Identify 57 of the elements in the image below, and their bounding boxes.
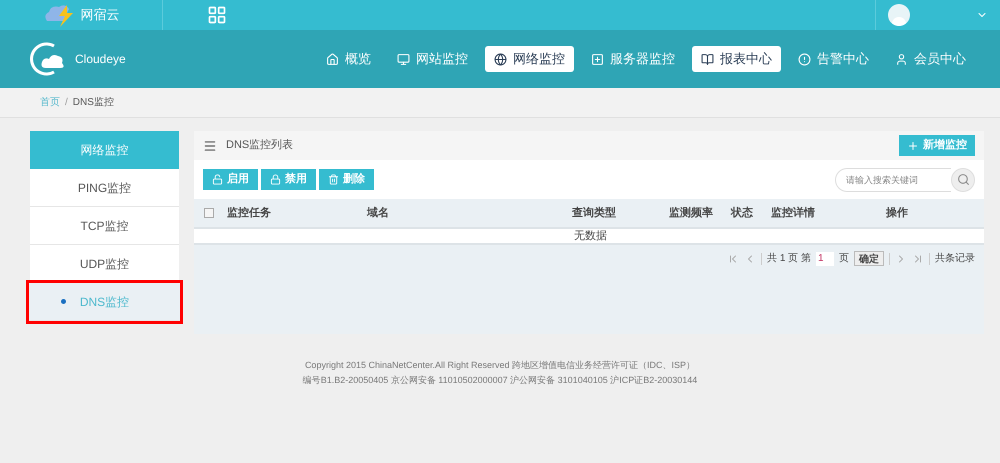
plus-icon	[907, 140, 919, 152]
empty-message: 无数据	[574, 228, 607, 244]
select-all-checkbox[interactable]	[204, 208, 214, 218]
home-link[interactable]: 首页	[40, 95, 60, 110]
record-count: 共条记录	[935, 252, 975, 266]
confirm-button[interactable]: 确定	[854, 251, 884, 266]
column-header: 监测频率	[669, 206, 713, 219]
book-icon	[701, 52, 714, 66]
sidebar-item[interactable]: DNS监控	[29, 283, 180, 321]
nav-tab[interactable]: 服务器监控	[582, 46, 684, 72]
action-button[interactable]: 删除	[319, 169, 374, 190]
search-icon	[956, 173, 970, 186]
globe-icon	[494, 52, 507, 66]
column-header: 域名	[367, 206, 389, 219]
column-header: 查询类型	[572, 206, 616, 219]
lock-icon	[270, 174, 281, 185]
nav-tab[interactable]: 网络监控	[485, 46, 574, 72]
footer-text: Copyright 2015 ChinaNetCenter.All Right Reserved 跨地区增值电信业务经营许可证（IDC、ISP）	[304, 359, 696, 372]
alert-icon	[798, 52, 811, 66]
nav-tab[interactable]: 告警中心	[789, 46, 878, 72]
home-icon	[326, 52, 339, 66]
breadcrumb-separator: /	[65, 96, 68, 110]
current-page: DNS监控	[72, 96, 114, 110]
plus-square-icon	[591, 52, 604, 66]
apps-grid-icon[interactable]	[207, 5, 227, 25]
user-icon	[895, 52, 908, 66]
panel-title: DNS监控列表	[226, 138, 294, 154]
last-page-icon[interactable]	[912, 252, 924, 264]
column-header: 监控详情	[771, 206, 815, 219]
list-icon	[203, 138, 217, 152]
footer-text: 编号B1.B2-20050405 京公网安备 11010502000007 沪公网安备 3101040105 沪ICP证B2-20030144	[302, 374, 698, 386]
trash-icon	[328, 174, 339, 185]
page-count: 共 1 页 第	[767, 252, 811, 266]
nav-tab[interactable]: 报表中心	[692, 46, 781, 72]
column-header: 监控任务	[227, 206, 271, 219]
action-button[interactable]: 启用	[203, 169, 258, 190]
action-button[interactable]: 禁用	[261, 169, 316, 190]
nav-tab[interactable]: 会员中心	[886, 46, 975, 72]
bullet-icon	[61, 299, 66, 304]
search-field[interactable]: 请输入搜索关键词	[835, 168, 951, 192]
search-button[interactable]	[951, 168, 975, 192]
sidebar-item[interactable]: UDP监控	[30, 245, 179, 283]
monitor-icon	[397, 52, 410, 66]
nav-tab[interactable]: 网站监控	[388, 46, 477, 72]
sidebar-item[interactable]: TCP监控	[30, 207, 179, 245]
page-input[interactable]: 1	[816, 252, 834, 266]
add-monitor-button[interactable]: 新增监控	[899, 135, 975, 156]
avatar[interactable]	[888, 4, 910, 26]
sidebar-title: 网络监控	[30, 131, 179, 169]
nav-tab[interactable]: 概览	[317, 46, 380, 72]
logo-text: Cloudeye	[75, 51, 126, 68]
page-word: 页	[839, 252, 849, 266]
brand-name: 网宿云	[80, 6, 120, 24]
column-header: 操作	[886, 206, 908, 219]
sidebar-item[interactable]: PING监控	[30, 169, 179, 207]
column-header: 状态	[731, 206, 753, 219]
unlock-icon	[212, 174, 223, 185]
